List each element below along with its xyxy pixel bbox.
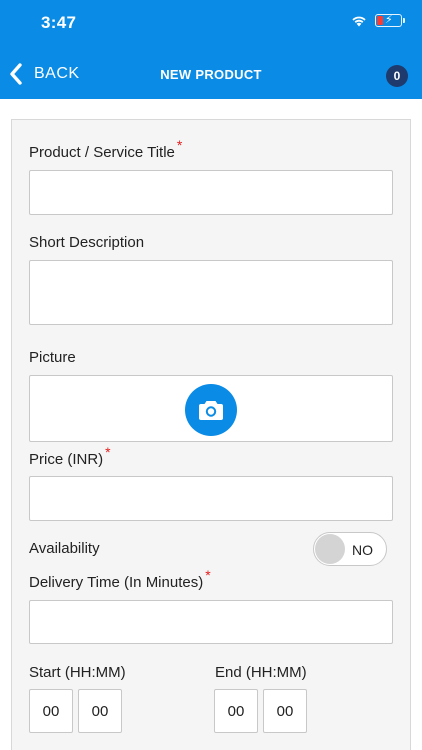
toggle-knob bbox=[315, 534, 345, 564]
start-hour-input[interactable]: 00 bbox=[29, 689, 73, 733]
end-time-label: End (HH:MM) bbox=[215, 664, 307, 681]
availability-toggle[interactable]: NO bbox=[313, 532, 387, 566]
battery-icon: ⚡ bbox=[375, 14, 405, 27]
wifi-icon bbox=[352, 16, 366, 26]
status-time: 3:47 bbox=[41, 13, 77, 32]
start-time-label: Start (HH:MM) bbox=[29, 664, 126, 681]
delivery-time-input[interactable] bbox=[29, 600, 393, 644]
required-mark: * bbox=[105, 444, 111, 460]
price-label: Price (INR) * bbox=[29, 444, 111, 468]
price-input[interactable] bbox=[29, 476, 393, 521]
page-title: NEW PRODUCT bbox=[160, 67, 262, 82]
title-label: Product / Service Title * bbox=[29, 137, 183, 161]
availability-label: Availability bbox=[29, 540, 100, 557]
description-label: Short Description bbox=[29, 234, 145, 251]
start-minute-input[interactable]: 00 bbox=[78, 689, 122, 733]
end-minute-input[interactable]: 00 bbox=[263, 689, 307, 733]
required-mark: * bbox=[176, 137, 183, 153]
picture-label: Picture bbox=[29, 349, 76, 366]
app-header: 3:47 ⚡ BACK NEW PRODUCT 0 bbox=[0, 0, 422, 99]
title-input[interactable] bbox=[29, 170, 393, 215]
cart-count-badge[interactable]: 0 bbox=[386, 65, 408, 87]
camera-icon bbox=[199, 401, 223, 420]
description-input[interactable] bbox=[29, 260, 393, 325]
camera-button[interactable] bbox=[185, 384, 237, 436]
end-hour-input[interactable]: 00 bbox=[214, 689, 258, 733]
delivery-time-label: Delivery Time (In Minutes) * bbox=[29, 567, 211, 591]
toggle-state-text: NO bbox=[352, 542, 373, 558]
status-icons: ⚡ bbox=[351, 14, 405, 27]
required-mark: * bbox=[205, 567, 211, 583]
